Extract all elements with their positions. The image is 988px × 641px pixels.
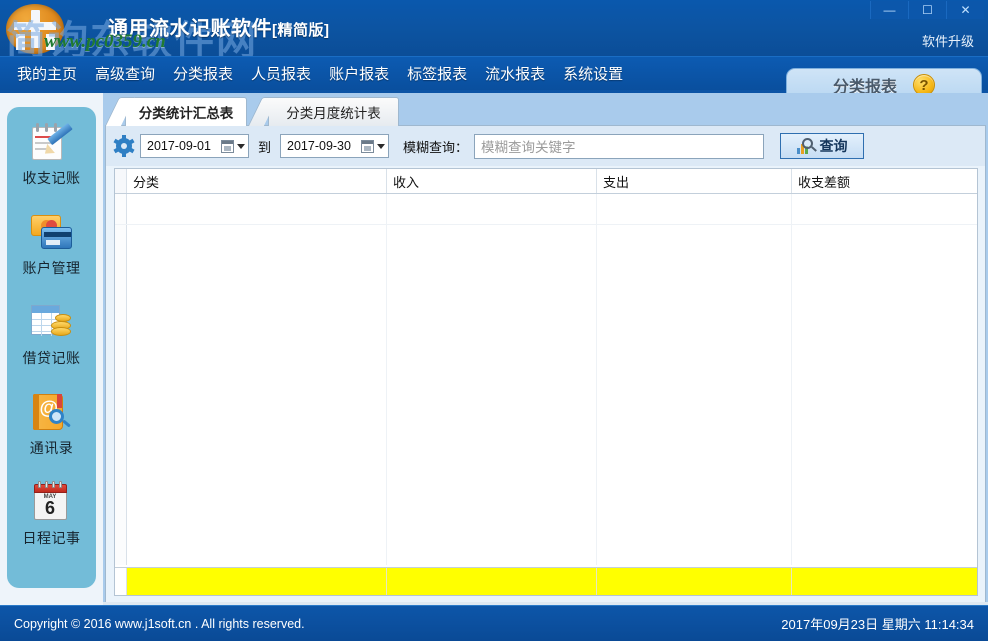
nav-item-category-report[interactable]: 分类报表	[164, 61, 242, 86]
app-title-suffix: [精简版]	[272, 22, 330, 39]
tab-label-category-summary: 分类统计汇总表	[139, 102, 234, 122]
sidebar-label-account-management: 账户管理	[23, 258, 81, 278]
application-window: 简询东软件网 通用流水记账软件[精简版] www.pc0359.cn — ☐ ✕…	[0, 0, 988, 641]
tab-label-category-monthly: 分类月度统计表	[286, 102, 381, 122]
query-button-label: 查询	[820, 136, 848, 156]
summary-cell-expense	[597, 568, 792, 595]
table-cell	[387, 194, 597, 224]
table-empty-area[interactable]	[115, 225, 977, 565]
nav-item-flow-report[interactable]: 流水报表	[476, 61, 554, 86]
sidebar-item-schedule[interactable]: MAY 6 日程记事	[7, 481, 96, 571]
row-header-cell	[115, 568, 127, 595]
app-logo-icon	[6, 4, 70, 54]
column-header-expense[interactable]: 支出	[597, 169, 792, 193]
table-row[interactable]	[115, 194, 977, 225]
search-input[interactable]: 模糊查询关键字	[474, 134, 764, 159]
table-summary-row	[115, 567, 977, 595]
tab-category-summary[interactable]: 分类统计汇总表	[125, 97, 247, 126]
table-cell	[792, 194, 977, 224]
report-table: 分类 收入 支出 收支差额	[114, 168, 978, 596]
nav-item-person-report[interactable]: 人员报表	[242, 61, 320, 86]
date-range-separator: 到	[258, 137, 271, 156]
calendar-icon: MAY 6	[29, 481, 75, 525]
table-cell	[387, 225, 597, 565]
app-title: 通用流水记账软件[精简版]	[108, 12, 330, 41]
sidebar-label-schedule: 日程记事	[23, 528, 81, 548]
summary-cell-balance	[792, 568, 977, 595]
notebook-pencil-icon	[29, 121, 75, 165]
date-from-value: 2017-09-01	[147, 139, 221, 153]
column-header-category[interactable]: 分类	[127, 169, 387, 193]
nav-item-advanced-query[interactable]: 高级查询	[86, 61, 164, 86]
date-from-input[interactable]: 2017-09-01	[140, 134, 249, 158]
tab-category-monthly[interactable]: 分类月度统计表	[268, 97, 399, 126]
sidebar-item-loan-bookkeeping[interactable]: 借贷记账	[7, 301, 96, 391]
sidebar-label-contacts: 通讯录	[30, 438, 74, 458]
column-header-income[interactable]: 收入	[387, 169, 597, 193]
software-upgrade-link[interactable]: 软件升级	[922, 31, 974, 50]
title-bar: 简询东软件网 通用流水记账软件[精简版] www.pc0359.cn — ☐ ✕…	[0, 0, 988, 56]
nav-item-home[interactable]: 我的主页	[8, 61, 86, 86]
address-book-icon: @	[29, 391, 75, 435]
fuzzy-search-label: 模糊查询：	[403, 137, 468, 156]
sidebar-container: 收支记账 账户管理	[0, 93, 103, 605]
table-cell	[792, 225, 977, 565]
sidebar-label-loan-bookkeeping: 借贷记账	[23, 348, 81, 368]
tab-strip: 分类统计汇总表 分类月度统计表	[103, 93, 988, 126]
window-controls: — ☐ ✕	[870, 0, 984, 20]
chart-search-icon	[797, 138, 815, 154]
calendar-small-icon	[221, 140, 234, 153]
status-datetime: 2017年09月23日 星期六 11:14:34	[781, 614, 974, 633]
sidebar: 收支记账 账户管理	[7, 107, 96, 588]
table-cell	[127, 225, 387, 565]
sidebar-item-contacts[interactable]: @ 通讯录	[7, 391, 96, 481]
date-to-value: 2017-09-30	[287, 139, 361, 153]
minimize-button[interactable]: —	[870, 1, 908, 19]
content-area: 分类统计汇总表 分类月度统计表 2017-09-01 到	[103, 93, 988, 605]
summary-cell-category	[127, 568, 387, 595]
table-header-row: 分类 收入 支出 收支差额	[115, 169, 977, 194]
sidebar-item-income-expense[interactable]: 收支记账	[7, 121, 96, 211]
close-button[interactable]: ✕	[946, 1, 984, 19]
calendar-small-icon	[361, 140, 374, 153]
copyright-text: Copyright © 2016 www.j1soft.cn . All rig…	[14, 617, 305, 631]
sidebar-item-account-management[interactable]: 账户管理	[7, 211, 96, 301]
credit-cards-icon	[29, 211, 75, 255]
table-cell	[127, 194, 387, 224]
date-to-input[interactable]: 2017-09-30	[280, 134, 389, 158]
ledger-coins-icon	[29, 301, 75, 345]
chevron-down-icon	[377, 144, 385, 149]
column-header-balance[interactable]: 收支差额	[792, 169, 977, 193]
report-panel: 2017-09-01 到 2017-09-30 模糊查询： 模糊查询关键字	[105, 125, 986, 603]
row-header-cell	[115, 225, 127, 565]
chevron-down-icon	[237, 144, 245, 149]
row-header-cell	[115, 194, 127, 224]
gear-icon[interactable]	[114, 136, 134, 156]
table-body	[115, 194, 977, 595]
nav-item-system-settings[interactable]: 系统设置	[554, 61, 632, 86]
row-header-cell	[115, 169, 127, 193]
status-bar: Copyright © 2016 www.j1soft.cn . All rig…	[0, 605, 988, 641]
filter-toolbar: 2017-09-01 到 2017-09-30 模糊查询： 模糊查询关键字	[106, 126, 985, 166]
sidebar-label-income-expense: 收支记账	[23, 168, 81, 188]
maximize-button[interactable]: ☐	[908, 1, 946, 19]
nav-item-tag-report[interactable]: 标签报表	[398, 61, 476, 86]
table-cell	[597, 194, 792, 224]
app-title-main: 通用流水记账软件	[108, 18, 272, 40]
query-button[interactable]: 查询	[780, 133, 864, 159]
table-cell	[597, 225, 792, 565]
nav-item-account-report[interactable]: 账户报表	[320, 61, 398, 86]
summary-cell-income	[387, 568, 597, 595]
